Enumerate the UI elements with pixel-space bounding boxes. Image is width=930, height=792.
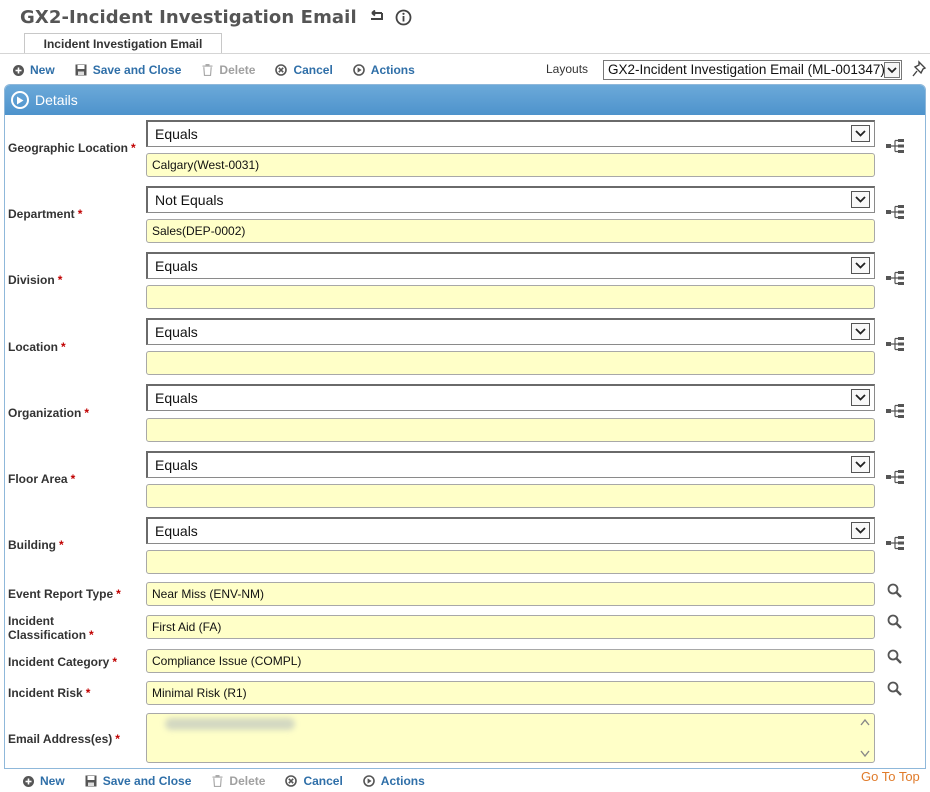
- field-label: Geographic Location *: [8, 141, 136, 155]
- delete-button[interactable]: Delete: [201, 63, 255, 77]
- search-icon[interactable]: [886, 680, 904, 698]
- save-and-close-label: Save and Close: [102, 774, 192, 788]
- search-icon[interactable]: [886, 582, 904, 600]
- value-field[interactable]: [146, 550, 875, 574]
- chevron-down-icon: [884, 62, 900, 78]
- chevron-down-icon: [851, 257, 870, 274]
- details-panel-header[interactable]: Details: [5, 85, 925, 115]
- search-icon[interactable]: [886, 648, 904, 666]
- actions-button[interactable]: Actions: [362, 774, 425, 788]
- operator-select[interactable]: Equals: [146, 252, 875, 279]
- save-and-close-label: Save and Close: [92, 63, 182, 77]
- chevron-down-icon: [851, 323, 870, 340]
- textarea-scrollbar[interactable]: [858, 716, 872, 760]
- actions-label: Actions: [370, 63, 415, 77]
- top-toolbar: New Save and Close Delete Cancel Actions: [12, 60, 435, 80]
- field-label: Incident Risk *: [8, 686, 91, 700]
- cancel-icon: [285, 775, 298, 787]
- value-field[interactable]: Calgary(West-0031): [146, 153, 875, 177]
- field-label: Division *: [8, 273, 63, 287]
- hierarchy-icon[interactable]: [885, 535, 905, 551]
- search-icon[interactable]: [886, 613, 904, 631]
- save-icon: [85, 775, 97, 787]
- cancel-label: Cancel: [293, 63, 333, 77]
- hierarchy-icon[interactable]: [885, 204, 905, 220]
- chevron-down-icon: [851, 389, 870, 406]
- lookup-field[interactable]: First Aid (FA): [146, 615, 875, 639]
- details-panel-title: Details: [35, 92, 78, 108]
- redacted-email-content: [165, 718, 295, 730]
- layout-select-value: GX2-Incident Investigation Email (ML-001…: [608, 62, 885, 77]
- expand-icon: [11, 91, 29, 109]
- hierarchy-icon[interactable]: [885, 138, 905, 154]
- field-label: Location *: [8, 340, 66, 354]
- cancel-button[interactable]: Cancel: [285, 774, 343, 788]
- operator-select[interactable]: Equals: [146, 318, 875, 345]
- operator-select[interactable]: Not Equals: [146, 186, 875, 213]
- new-label: New: [30, 63, 55, 77]
- hierarchy-icon[interactable]: [885, 403, 905, 419]
- hierarchy-icon[interactable]: [885, 336, 905, 352]
- field-label: Email Address(es) *: [8, 732, 120, 746]
- bottom-toolbar: New Save and Close Delete Cancel Actions: [22, 771, 445, 791]
- actions-label: Actions: [380, 774, 425, 788]
- cancel-icon: [275, 64, 288, 76]
- trash-icon: [211, 775, 223, 787]
- operator-select[interactable]: Equals: [146, 384, 875, 411]
- hierarchy-icon[interactable]: [885, 270, 905, 286]
- tab-divider: [0, 53, 930, 54]
- return-icon[interactable]: [367, 8, 385, 26]
- lookup-field[interactable]: Minimal Risk (R1): [146, 681, 875, 705]
- chevron-down-icon: [851, 191, 870, 208]
- go-to-top-link[interactable]: Go To Top: [861, 769, 920, 784]
- title-row: GX2-Incident Investigation Email: [20, 4, 413, 30]
- field-label: Department *: [8, 207, 83, 221]
- hierarchy-icon[interactable]: [885, 469, 905, 485]
- field-label: Building *: [8, 538, 64, 552]
- layouts-label: Layouts: [546, 62, 589, 76]
- value-field[interactable]: [146, 484, 875, 508]
- new-button[interactable]: New: [22, 774, 65, 788]
- plus-icon: [12, 64, 24, 76]
- trash-icon: [201, 64, 213, 76]
- play-circle-icon: [362, 775, 375, 787]
- chevron-down-icon: [851, 125, 870, 142]
- cancel-button[interactable]: Cancel: [275, 63, 333, 77]
- chevron-down-icon: [851, 456, 870, 473]
- save-icon: [75, 64, 87, 76]
- page-title: GX2-Incident Investigation Email: [20, 6, 357, 28]
- cancel-label: Cancel: [303, 774, 343, 788]
- value-field[interactable]: [146, 351, 875, 375]
- field-label: Incident Category *: [8, 655, 118, 669]
- delete-label: Delete: [219, 63, 256, 77]
- info-icon[interactable]: [395, 8, 413, 26]
- field-label: Event Report Type *: [8, 587, 121, 601]
- value-field[interactable]: Sales(DEP-0002): [146, 219, 875, 243]
- new-button[interactable]: New: [12, 63, 55, 77]
- plus-icon: [22, 775, 34, 787]
- lookup-field[interactable]: Compliance Issue (COMPL): [146, 649, 875, 673]
- play-circle-icon: [352, 64, 365, 76]
- email-addresses-textarea[interactable]: [146, 713, 875, 763]
- tab-incident-investigation-email[interactable]: Incident Investigation Email: [24, 33, 222, 54]
- operator-select[interactable]: Equals: [146, 120, 875, 147]
- field-label: Incident Classification *: [8, 614, 94, 642]
- operator-select[interactable]: Equals: [146, 517, 875, 544]
- delete-label: Delete: [229, 774, 266, 788]
- save-and-close-button[interactable]: Save and Close: [75, 63, 182, 77]
- new-label: New: [40, 774, 65, 788]
- value-field[interactable]: [146, 285, 875, 309]
- pin-icon[interactable]: [912, 60, 930, 80]
- field-label: Organization *: [8, 406, 90, 420]
- actions-button[interactable]: Actions: [352, 63, 415, 77]
- chevron-down-icon: [851, 522, 870, 539]
- field-label: Floor Area *: [8, 472, 76, 486]
- lookup-field[interactable]: Near Miss (ENV-NM): [146, 582, 875, 606]
- save-and-close-button[interactable]: Save and Close: [85, 774, 192, 788]
- value-field[interactable]: [146, 418, 875, 442]
- operator-select[interactable]: Equals: [146, 451, 875, 478]
- layout-select[interactable]: GX2-Incident Investigation Email (ML-001…: [603, 60, 902, 80]
- delete-button[interactable]: Delete: [211, 774, 265, 788]
